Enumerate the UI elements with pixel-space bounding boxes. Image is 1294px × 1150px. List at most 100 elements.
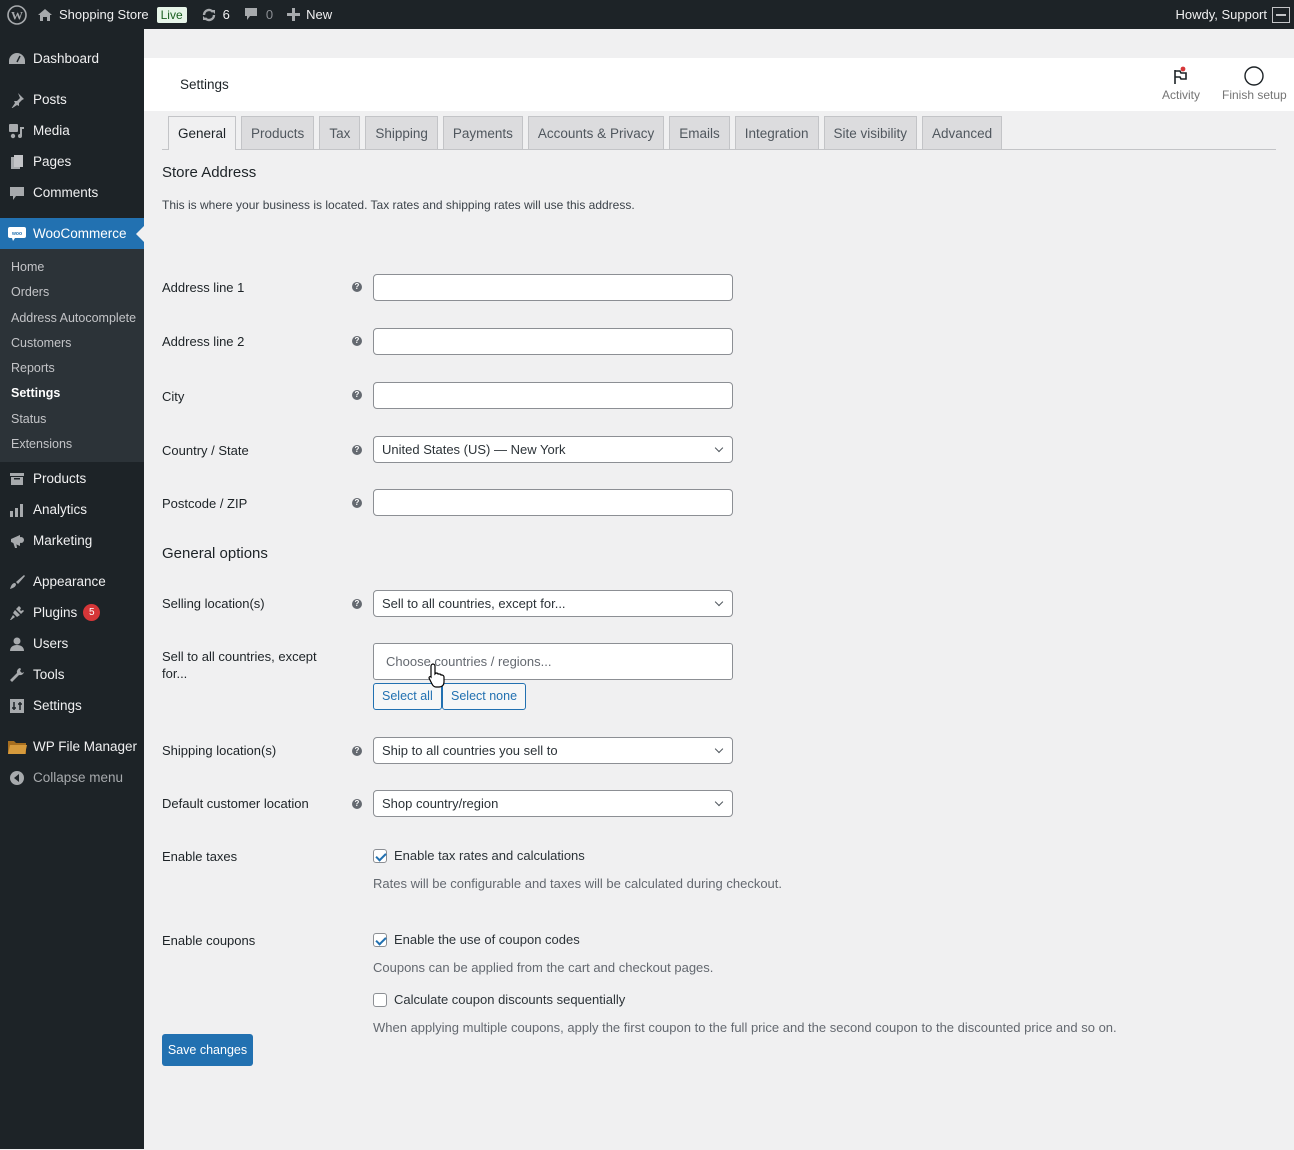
submenu-status[interactable]: Status: [0, 407, 144, 432]
collapse-menu-button[interactable]: Collapse menu: [0, 762, 144, 793]
submenu-reports[interactable]: Reports: [0, 356, 144, 381]
submenu-extensions[interactable]: Extensions: [0, 432, 144, 457]
enable-coupons-checkbox-label[interactable]: Enable the use of coupon codes: [394, 932, 580, 947]
help-icon[interactable]: ?: [352, 336, 362, 346]
sidebar-item-label: Pages: [33, 154, 72, 169]
plugin-updates-badge: 5: [83, 604, 101, 622]
submenu-settings[interactable]: Settings: [0, 381, 144, 406]
account-menu[interactable]: Howdy, Support: [1168, 0, 1294, 29]
sidebar-item-products[interactable]: Products: [0, 463, 144, 494]
sidebar-item-plugins[interactable]: Plugins 5: [0, 597, 144, 628]
help-icon[interactable]: ?: [352, 390, 362, 400]
tab-payments[interactable]: Payments: [442, 116, 523, 149]
enable-taxes-hint: Rates will be configurable and taxes wil…: [373, 876, 783, 891]
default-location-label: Default customer location: [162, 796, 309, 811]
finish-setup-button[interactable]: Finish setup: [1222, 64, 1287, 102]
enable-taxes-label: Enable taxes: [162, 849, 238, 864]
plus-icon: [287, 8, 301, 21]
enable-taxes-checkbox[interactable]: [373, 849, 387, 863]
sidebar-item-label: WooCommerce: [33, 226, 127, 241]
home-icon: [37, 8, 53, 22]
shipping-location-label: Shipping location(s): [162, 743, 277, 758]
default-location-select[interactable]: Shop country/region: [373, 790, 733, 817]
plugin-icon: [7, 603, 27, 623]
help-icon[interactable]: ?: [352, 599, 362, 609]
selling-location-select[interactable]: Sell to all countries, except for...: [373, 590, 733, 617]
sidebar-item-analytics[interactable]: Analytics: [0, 494, 144, 525]
tab-general[interactable]: General: [168, 116, 237, 150]
sidebar-item-settings[interactable]: Settings: [0, 690, 144, 721]
tab-accounts-privacy[interactable]: Accounts & Privacy: [527, 116, 665, 149]
sidebar-item-label: Users: [33, 636, 69, 652]
page-title: Settings: [180, 77, 229, 92]
site-name: Shopping Store: [59, 7, 149, 22]
tab-tax[interactable]: Tax: [319, 116, 361, 149]
sidebar-item-media[interactable]: Media: [0, 115, 144, 146]
enable-coupons-checkbox[interactable]: [373, 933, 387, 947]
help-icon[interactable]: ?: [352, 498, 362, 508]
sidebar-item-marketing[interactable]: Marketing: [0, 525, 144, 556]
updates-link[interactable]: 6: [194, 0, 237, 29]
svg-text:woo: woo: [11, 231, 22, 237]
postcode-input[interactable]: [373, 489, 733, 516]
woocommerce-header: Settings Activity Finish setup: [144, 58, 1294, 111]
help-icon[interactable]: ?: [352, 799, 362, 809]
help-icon[interactable]: ?: [352, 445, 362, 455]
site-name-link[interactable]: Shopping Store Live: [30, 0, 194, 29]
pin-icon: [7, 90, 27, 110]
sidebar-item-users[interactable]: Users: [0, 628, 144, 659]
wordpress-logo-icon[interactable]: W: [0, 0, 30, 29]
flag-icon: [1172, 64, 1190, 88]
comments-count: 0: [265, 7, 274, 22]
tab-shipping[interactable]: Shipping: [365, 116, 438, 149]
help-icon[interactable]: ?: [352, 282, 362, 292]
submenu-home[interactable]: Home: [0, 255, 144, 280]
address-line-1-input[interactable]: [373, 274, 733, 301]
new-content-link[interactable]: New: [280, 0, 339, 29]
submenu-address-autocomplete[interactable]: Address Autocomplete: [0, 306, 144, 331]
sidebar-item-label: Appearance: [33, 574, 106, 590]
progress-circle-icon: [1243, 64, 1265, 88]
finish-setup-label: Finish setup: [1222, 88, 1287, 102]
city-label: City: [162, 389, 185, 404]
city-input[interactable]: [373, 382, 733, 409]
tab-advanced[interactable]: Advanced: [922, 116, 1003, 149]
sidebar-item-dashboard[interactable]: Dashboard: [0, 43, 144, 74]
sequential-discounts-hint: When applying multiple coupons, apply th…: [373, 1020, 1117, 1035]
enable-taxes-checkbox-label[interactable]: Enable tax rates and calculations: [394, 848, 585, 863]
sidebar-item-appearance[interactable]: Appearance: [0, 566, 144, 597]
sidebar-item-comments[interactable]: Comments: [0, 177, 144, 208]
sidebar-item-woocommerce[interactable]: woo WooCommerce: [0, 218, 144, 249]
sequential-discounts-checkbox-label[interactable]: Calculate coupon discounts sequentially: [394, 992, 625, 1007]
except-countries-input[interactable]: Choose countries / regions...: [373, 643, 733, 680]
submenu-customers[interactable]: Customers: [0, 331, 144, 356]
svg-text:W: W: [11, 8, 23, 22]
sidebar-item-wp-file-manager[interactable]: WP File Manager: [0, 731, 144, 762]
sidebar-item-posts[interactable]: Posts: [0, 84, 144, 115]
select-none-button[interactable]: Select none: [442, 683, 527, 710]
dashboard-icon: [7, 49, 27, 69]
sidebar-item-label: Analytics: [33, 502, 88, 518]
save-changes-button[interactable]: Save changes: [162, 1034, 253, 1066]
country-state-select[interactable]: United States (US) — New York: [373, 436, 733, 463]
sidebar-item-label: Tools: [33, 667, 65, 683]
bar-chart-icon: [7, 500, 27, 520]
comments-link[interactable]: 0: [237, 0, 280, 29]
postcode-label: Postcode / ZIP: [162, 496, 248, 511]
submenu-orders[interactable]: Orders: [0, 280, 144, 305]
tab-site-visibility[interactable]: Site visibility: [823, 116, 918, 149]
woocommerce-icon: woo: [7, 224, 27, 244]
country-state-label: Country / State: [162, 443, 249, 458]
shipping-location-select[interactable]: Ship to all countries you sell to: [373, 737, 733, 764]
sequential-discounts-checkbox[interactable]: [373, 993, 387, 1007]
address-line-2-input[interactable]: [373, 328, 733, 355]
tab-products[interactable]: Products: [241, 116, 315, 149]
tab-emails[interactable]: Emails: [669, 116, 730, 149]
greeting: Howdy, Support: [1175, 7, 1267, 22]
sidebar-item-tools[interactable]: Tools: [0, 659, 144, 690]
help-icon[interactable]: ?: [352, 746, 362, 756]
address-line-1-label: Address line 1: [162, 280, 245, 295]
tab-integration[interactable]: Integration: [734, 116, 819, 149]
activity-button[interactable]: Activity: [1162, 64, 1200, 102]
sidebar-item-pages[interactable]: Pages: [0, 146, 144, 177]
